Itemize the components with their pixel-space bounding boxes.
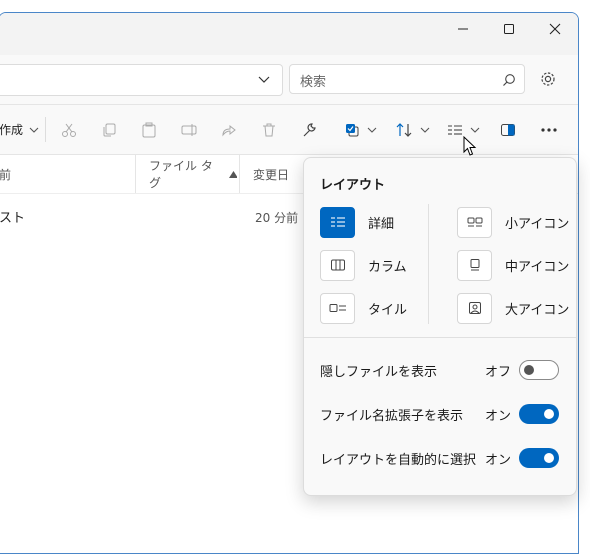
chevron-down-icon bbox=[367, 127, 376, 133]
maximize-button[interactable] bbox=[486, 13, 532, 45]
layout-label: 詳細 bbox=[368, 216, 395, 232]
large-icons-icon bbox=[468, 302, 481, 314]
select-button[interactable] bbox=[339, 105, 381, 154]
more-icon bbox=[541, 127, 557, 132]
column-tags-label: ファイル タグ bbox=[149, 159, 213, 190]
sort-icon bbox=[396, 122, 411, 137]
properties-button[interactable] bbox=[297, 105, 321, 154]
maximize-icon bbox=[504, 24, 514, 34]
share-icon bbox=[222, 124, 236, 137]
copy-icon bbox=[103, 123, 116, 136]
layout-label: タイル bbox=[368, 302, 408, 318]
search-placeholder: 検索 bbox=[300, 75, 327, 90]
close-icon bbox=[549, 23, 561, 35]
details-icon bbox=[330, 217, 345, 227]
layout-option-details[interactable]: 詳細 bbox=[320, 206, 394, 238]
row-modified: 20 分前 bbox=[255, 211, 299, 225]
toggle-row-extensions: ファイル名拡張子を表示 オン bbox=[320, 402, 560, 426]
small-icons-icon bbox=[467, 217, 482, 227]
extensions-toggle[interactable] bbox=[519, 404, 559, 424]
checkbox-icon bbox=[345, 123, 358, 136]
layout-label: 小アイコン bbox=[505, 216, 570, 232]
flyout-divider bbox=[304, 337, 576, 338]
table-row[interactable]: スト 20 分前 bbox=[0, 203, 299, 229]
minimize-icon bbox=[458, 28, 468, 30]
toggle-label: レイアウトを自動的に選択 bbox=[320, 453, 477, 468]
title-bar bbox=[0, 13, 578, 55]
command-bar: 作成 bbox=[0, 105, 578, 155]
layout-label: 大アイコン bbox=[505, 302, 570, 318]
layout-flyout: レイアウト 詳細 カラム タイル 小アイコン 中アイコン 大アイコン 隠しファイ… bbox=[303, 157, 577, 496]
column-name-label: 前 bbox=[0, 167, 12, 182]
search-input[interactable]: 検索 bbox=[289, 64, 525, 94]
address-row: 検索 bbox=[0, 55, 578, 105]
layout-label: カラム bbox=[368, 259, 407, 275]
search-icon bbox=[503, 74, 515, 86]
mouse-cursor-icon bbox=[463, 136, 477, 156]
sort-button[interactable] bbox=[391, 105, 433, 154]
toggle-state: オフ bbox=[485, 365, 512, 380]
toggle-knob bbox=[524, 365, 534, 375]
chevron-down-icon bbox=[29, 127, 39, 133]
column-header-tags[interactable]: ファイル タグ bbox=[149, 155, 237, 193]
chevron-down-icon[interactable] bbox=[257, 74, 271, 86]
new-label: 作成 bbox=[0, 123, 24, 137]
trash-icon bbox=[263, 123, 275, 136]
column-divider[interactable] bbox=[239, 155, 240, 193]
layout-option-tiles[interactable]: タイル bbox=[320, 292, 407, 324]
paste-icon bbox=[142, 122, 156, 137]
gear-icon bbox=[541, 72, 555, 86]
cut-icon bbox=[62, 123, 76, 137]
column-header-modified[interactable]: 変更日 bbox=[253, 155, 303, 193]
delete-button[interactable] bbox=[257, 105, 281, 154]
list-view-icon bbox=[447, 124, 462, 135]
details-pane-icon bbox=[501, 123, 515, 136]
toggle-knob bbox=[544, 409, 554, 419]
toggle-label: ファイル名拡張子を表示 bbox=[320, 409, 464, 424]
layout-option-medium-icons[interactable]: 中アイコン bbox=[457, 249, 569, 281]
medium-icons-icon bbox=[470, 259, 479, 271]
toggle-knob bbox=[544, 453, 554, 463]
tiles-icon bbox=[329, 304, 346, 312]
address-bar[interactable] bbox=[0, 64, 283, 96]
close-button[interactable] bbox=[532, 13, 578, 45]
details-pane-button[interactable] bbox=[496, 105, 520, 154]
layout-option-small-icons[interactable]: 小アイコン bbox=[457, 206, 569, 238]
cut-button[interactable] bbox=[57, 105, 81, 154]
separator bbox=[45, 117, 46, 142]
flyout-vertical-divider bbox=[428, 204, 429, 324]
settings-button[interactable] bbox=[539, 70, 559, 90]
paste-button[interactable] bbox=[137, 105, 161, 154]
toggle-row-auto-layout: レイアウトを自動的に選択 オン bbox=[320, 446, 560, 470]
copy-button[interactable] bbox=[97, 105, 121, 154]
rename-icon bbox=[181, 123, 197, 136]
share-button[interactable] bbox=[217, 105, 241, 154]
flyout-title: レイアウト bbox=[320, 178, 386, 193]
chevron-down-icon bbox=[420, 127, 429, 133]
minimize-button[interactable] bbox=[440, 13, 486, 45]
sort-ascending-icon bbox=[228, 170, 237, 178]
row-name: スト bbox=[0, 211, 26, 226]
new-button[interactable]: 作成 bbox=[0, 105, 39, 154]
wrench-icon bbox=[303, 122, 316, 136]
toggle-label: 隠しファイルを表示 bbox=[320, 365, 438, 380]
layout-label: 中アイコン bbox=[505, 259, 570, 275]
more-options-button[interactable] bbox=[536, 105, 562, 154]
column-divider[interactable] bbox=[135, 155, 136, 193]
columns-icon bbox=[330, 259, 345, 271]
toggle-row-hidden-files: 隠しファイルを表示 オフ bbox=[320, 358, 560, 382]
layout-option-large-icons[interactable]: 大アイコン bbox=[457, 292, 569, 324]
toggle-state: オン bbox=[485, 453, 512, 468]
toggle-state: オン bbox=[485, 409, 512, 424]
hidden-files-toggle[interactable] bbox=[519, 360, 559, 380]
column-header-name[interactable]: 前 bbox=[0, 155, 135, 193]
layout-option-columns[interactable]: カラム bbox=[320, 249, 407, 281]
column-modified-label: 変更日 bbox=[253, 167, 290, 182]
rename-button[interactable] bbox=[177, 105, 201, 154]
chevron-down-icon bbox=[470, 127, 479, 133]
auto-layout-toggle[interactable] bbox=[519, 448, 559, 468]
